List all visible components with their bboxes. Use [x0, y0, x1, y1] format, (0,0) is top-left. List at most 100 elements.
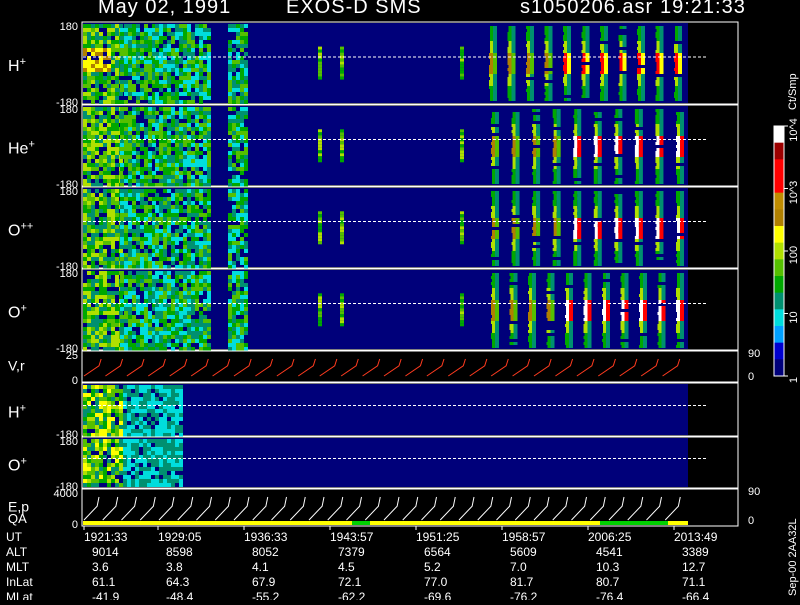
spectrum-cell	[107, 413, 111, 417]
spectrum-cell	[132, 205, 136, 209]
spectrum-cell	[207, 245, 211, 249]
spectrum-cell	[91, 197, 95, 201]
spin-burst-cell	[643, 309, 647, 312]
spectrum-cell	[128, 249, 132, 253]
spectrum-cell	[87, 24, 91, 28]
spectrum-cell	[207, 233, 211, 237]
spectrum-cell	[207, 213, 211, 217]
spin-burst-cell	[621, 342, 625, 345]
spectrum-cell	[107, 167, 111, 171]
spectrum-cell	[128, 229, 132, 233]
spin-burst-cell	[676, 318, 680, 321]
spin-burst-cell	[510, 324, 514, 327]
spin-burst-cell	[508, 95, 512, 98]
spin-burst-cell	[639, 172, 643, 175]
spin-burst-cell	[598, 257, 602, 260]
spin-burst-cell	[594, 112, 598, 115]
spectrum-cell	[140, 84, 144, 88]
spectrum-cell	[123, 413, 127, 417]
spectrum-cell	[115, 175, 119, 179]
spectrum-cell	[159, 36, 163, 40]
spin-burst-cell	[625, 285, 629, 288]
spin-burst-cell	[641, 86, 645, 89]
spectrum-cell	[167, 205, 171, 209]
spectrum-cell	[128, 323, 132, 327]
spectrum-cell	[244, 311, 248, 315]
spin-burst-cell	[680, 227, 684, 230]
spectrum-cell	[240, 92, 244, 96]
spin-burst-cell	[557, 178, 561, 181]
spectrum-cell	[171, 393, 175, 397]
spectrum-cell	[115, 88, 119, 92]
spectrum-cell	[99, 205, 103, 209]
feature-cell	[460, 223, 464, 226]
spectrum-cell	[111, 245, 115, 249]
spectrum-cell	[128, 147, 132, 151]
spin-burst-cell	[678, 77, 682, 80]
spin-burst-cell	[639, 306, 643, 309]
spectrum-cell	[91, 299, 95, 303]
spectrum-cell	[103, 127, 107, 131]
spectrum-cell	[124, 201, 128, 205]
spectrum-cell	[83, 171, 87, 175]
spin-burst-cell	[567, 77, 571, 80]
spin-burst-cell	[489, 53, 493, 56]
spectrum-cell	[135, 417, 139, 421]
spin-burst-cell	[530, 71, 534, 74]
spectrum-cell	[183, 107, 187, 111]
spin-burst-cell	[639, 154, 643, 157]
spectrum-cell	[159, 64, 163, 68]
spin-burst-cell	[594, 224, 598, 227]
species-name: H	[8, 58, 20, 75]
spin-burst-cell	[516, 124, 520, 127]
spectrum-cell	[155, 92, 159, 96]
spin-burst-cell	[662, 309, 666, 312]
spectrum-cell	[191, 167, 195, 171]
spin-burst-cell	[563, 77, 567, 80]
spin-burst-cell	[532, 109, 536, 112]
spin-burst-cell	[573, 136, 577, 139]
spectrum-cell	[175, 28, 179, 32]
spin-burst-cell	[621, 312, 625, 315]
spin-burst-cell	[680, 178, 684, 181]
spin-burst-cell	[536, 248, 540, 251]
spectrum-cell	[87, 147, 91, 151]
spectrum-cell	[115, 217, 119, 221]
spin-burst-cell	[536, 209, 540, 212]
spectrum-cell	[144, 76, 148, 80]
spectrum-cell	[236, 245, 240, 249]
spin-burst-cell	[512, 77, 516, 80]
spin-burst-cell	[582, 41, 586, 44]
spectrum-cell	[187, 163, 191, 167]
spectrum-cell	[240, 295, 244, 299]
spin-burst-cell	[557, 203, 561, 206]
spectrum-cell	[183, 233, 187, 237]
spin-burst-cell	[600, 83, 604, 86]
spin-burst-cell	[493, 59, 497, 62]
spin-burst-cell	[623, 77, 627, 80]
spectrum-cell	[144, 311, 148, 315]
spin-burst-cell	[606, 291, 610, 294]
spin-burst-cell	[676, 291, 680, 294]
spectrum-cell	[163, 48, 167, 52]
spin-burst-cell	[532, 345, 536, 348]
spectrum-cell	[167, 257, 171, 261]
spin-burst-cell	[569, 330, 573, 333]
spin-burst-cell	[545, 98, 549, 101]
spin-burst-cell	[532, 276, 536, 279]
spin-burst-cell	[551, 345, 555, 348]
spectrum-cell	[183, 68, 187, 72]
spin-burst-cell	[569, 318, 573, 321]
right-tick-bottom: 0	[748, 371, 754, 383]
spin-burst-cell	[553, 260, 557, 263]
spin-burst-cell	[553, 242, 557, 245]
spin-burst-cell	[495, 239, 499, 242]
spectrum-cell	[236, 115, 240, 119]
spectrum-cell	[167, 68, 171, 72]
spectrum-cell	[144, 229, 148, 233]
spin-burst-cell	[495, 276, 499, 279]
spin-burst-cell	[623, 44, 627, 47]
spectrum-cell	[244, 88, 248, 92]
spectrum-cell	[240, 275, 244, 279]
spectrum-cell	[128, 339, 132, 343]
